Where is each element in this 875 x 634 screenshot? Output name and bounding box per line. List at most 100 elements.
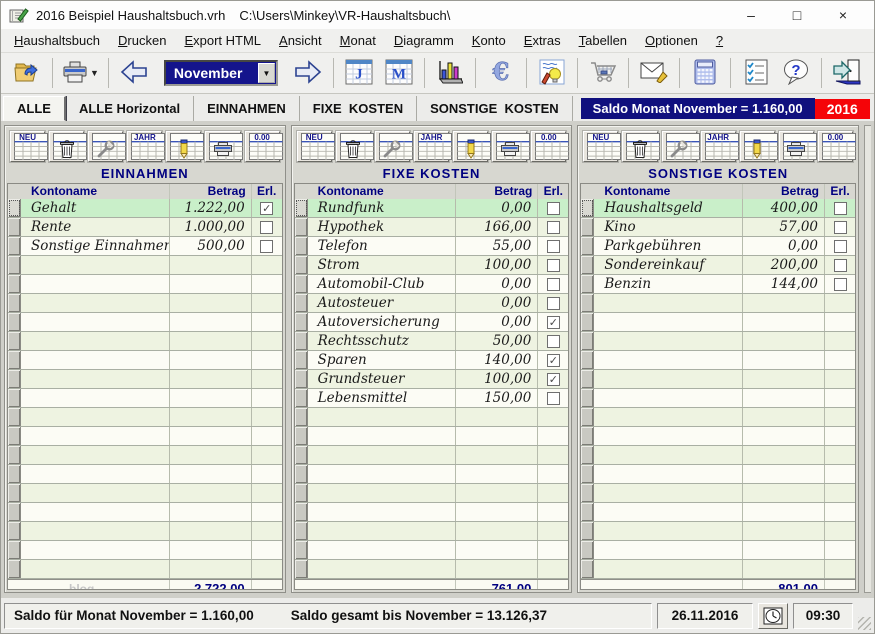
fixe-kosten-year-button[interactable]: JAHR	[414, 131, 449, 162]
table-row[interactable]: Rente1.000,00	[8, 218, 282, 237]
menu-item-help[interactable]: ?	[707, 30, 732, 51]
erledigt-checkbox[interactable]	[547, 297, 560, 310]
cell-kontoname[interactable]: Lebensmittel	[308, 389, 457, 407]
row-selector[interactable]	[295, 332, 308, 350]
menu-item-konto[interactable]: Konto	[463, 30, 515, 51]
row-selector[interactable]	[581, 370, 594, 388]
row-selector[interactable]	[581, 199, 594, 217]
row-selector[interactable]	[8, 199, 21, 217]
row-selector[interactable]	[8, 484, 21, 502]
sonstige-kosten-edit-button[interactable]	[740, 131, 775, 162]
cell-kontoname[interactable]: Rundfunk	[308, 199, 457, 217]
row-selector[interactable]	[295, 256, 308, 274]
row-selector[interactable]	[295, 427, 308, 445]
erledigt-checkbox[interactable]	[834, 202, 847, 215]
cell-betrag[interactable]: 1.222,00	[170, 199, 252, 217]
sonstige-kosten-new-button[interactable]: NEU	[583, 131, 618, 162]
cell-kontoname[interactable]: Autoversicherung	[308, 313, 457, 331]
row-selector[interactable]	[295, 522, 308, 540]
fixe-kosten-zero-button[interactable]: 0.00	[531, 131, 566, 162]
row-selector[interactable]	[581, 503, 594, 521]
row-selector[interactable]	[295, 351, 308, 369]
einnahmen-edit-button[interactable]	[166, 131, 201, 162]
table-row[interactable]: Sparen140,00✓	[295, 351, 569, 370]
row-selector[interactable]	[581, 313, 594, 331]
erledigt-checkbox[interactable]	[260, 240, 273, 253]
cell-betrag[interactable]: 500,00	[170, 237, 252, 255]
table-row[interactable]: Kino57,00	[581, 218, 855, 237]
clock-button[interactable]	[758, 603, 788, 629]
table-row[interactable]: Autoversicherung0,00✓	[295, 313, 569, 332]
help-button[interactable]: ?	[776, 55, 816, 91]
row-selector[interactable]	[295, 218, 308, 236]
einnahmen-print-button[interactable]	[205, 131, 240, 162]
menu-item-extras[interactable]: Extras	[515, 30, 570, 51]
menu-item-drucken[interactable]: Drucken	[109, 30, 175, 51]
open-file-button[interactable]	[7, 55, 47, 91]
table-row[interactable]: Lebensmittel150,00	[295, 389, 569, 408]
einnahmen-tools-button[interactable]	[88, 131, 123, 162]
row-selector[interactable]	[295, 465, 308, 483]
erledigt-checkbox[interactable]: ✓	[547, 354, 560, 367]
erledigt-checkbox[interactable]	[547, 259, 560, 272]
row-selector[interactable]	[581, 465, 594, 483]
euro-button[interactable]: €	[481, 55, 521, 91]
cell-kontoname[interactable]: Haushaltsgeld	[594, 199, 743, 217]
year-overview-button[interactable]: J	[339, 55, 379, 91]
cell-kontoname[interactable]: Sondereinkauf	[594, 256, 743, 274]
erledigt-checkbox[interactable]	[834, 278, 847, 291]
table-row[interactable]: Telefon55,00	[295, 237, 569, 256]
cell-kontoname[interactable]: Autosteuer	[308, 294, 457, 312]
row-selector[interactable]	[581, 237, 594, 255]
tab-fixe-kosten[interactable]: FIXE KOSTEN	[300, 96, 417, 121]
row-selector[interactable]	[8, 275, 21, 293]
cell-betrag[interactable]: 57,00	[743, 218, 825, 236]
fixe-kosten-delete-button[interactable]	[336, 131, 371, 162]
row-selector[interactable]	[295, 484, 308, 502]
table-row[interactable]: Rundfunk0,00	[295, 199, 569, 218]
cell-kontoname[interactable]: Telefon	[308, 237, 457, 255]
row-selector[interactable]	[8, 351, 21, 369]
row-selector[interactable]	[295, 446, 308, 464]
row-selector[interactable]	[581, 522, 594, 540]
print-button[interactable]: ▼	[58, 55, 103, 91]
table-row[interactable]: Parkgebühren0,00	[581, 237, 855, 256]
resize-grip[interactable]	[858, 617, 871, 630]
row-selector[interactable]	[295, 370, 308, 388]
month-selector[interactable]: November▼	[164, 60, 278, 86]
menu-item-monat[interactable]: Monat	[331, 30, 385, 51]
row-selector[interactable]	[295, 503, 308, 521]
cell-kontoname[interactable]: Rechtsschutz	[308, 332, 457, 350]
erledigt-checkbox[interactable]	[547, 240, 560, 253]
erledigt-checkbox[interactable]	[834, 259, 847, 272]
row-selector[interactable]	[295, 560, 308, 578]
erledigt-checkbox[interactable]	[547, 392, 560, 405]
cell-kontoname[interactable]: Hypothek	[308, 218, 457, 236]
row-selector[interactable]	[8, 560, 21, 578]
row-selector[interactable]	[8, 522, 21, 540]
cell-betrag[interactable]: 166,00	[456, 218, 538, 236]
einnahmen-year-button[interactable]: JAHR	[127, 131, 162, 162]
tab-einnahmen[interactable]: EINNAHMEN	[194, 96, 300, 121]
row-selector[interactable]	[581, 294, 594, 312]
row-selector[interactable]	[8, 408, 21, 426]
table-row[interactable]: Sondereinkauf200,00	[581, 256, 855, 275]
row-selector[interactable]	[295, 237, 308, 255]
right-scroll-strip[interactable]	[864, 125, 871, 593]
next-month-button[interactable]	[288, 55, 328, 91]
cell-betrag[interactable]: 0,00	[456, 294, 538, 312]
row-selector[interactable]	[581, 332, 594, 350]
exit-button[interactable]	[827, 55, 867, 91]
diagram-button[interactable]	[430, 55, 470, 91]
row-selector[interactable]	[581, 275, 594, 293]
row-selector[interactable]	[8, 465, 21, 483]
row-selector[interactable]	[8, 427, 21, 445]
table-row[interactable]: Hypothek166,00	[295, 218, 569, 237]
row-selector[interactable]	[8, 313, 21, 331]
cell-betrag[interactable]: 100,00	[456, 370, 538, 388]
cell-kontoname[interactable]: Sparen	[308, 351, 457, 369]
sonstige-kosten-print-button[interactable]	[779, 131, 814, 162]
cell-betrag[interactable]: 0,00	[743, 237, 825, 255]
cell-kontoname[interactable]: Grundsteuer	[308, 370, 457, 388]
fixe-kosten-edit-button[interactable]	[453, 131, 488, 162]
